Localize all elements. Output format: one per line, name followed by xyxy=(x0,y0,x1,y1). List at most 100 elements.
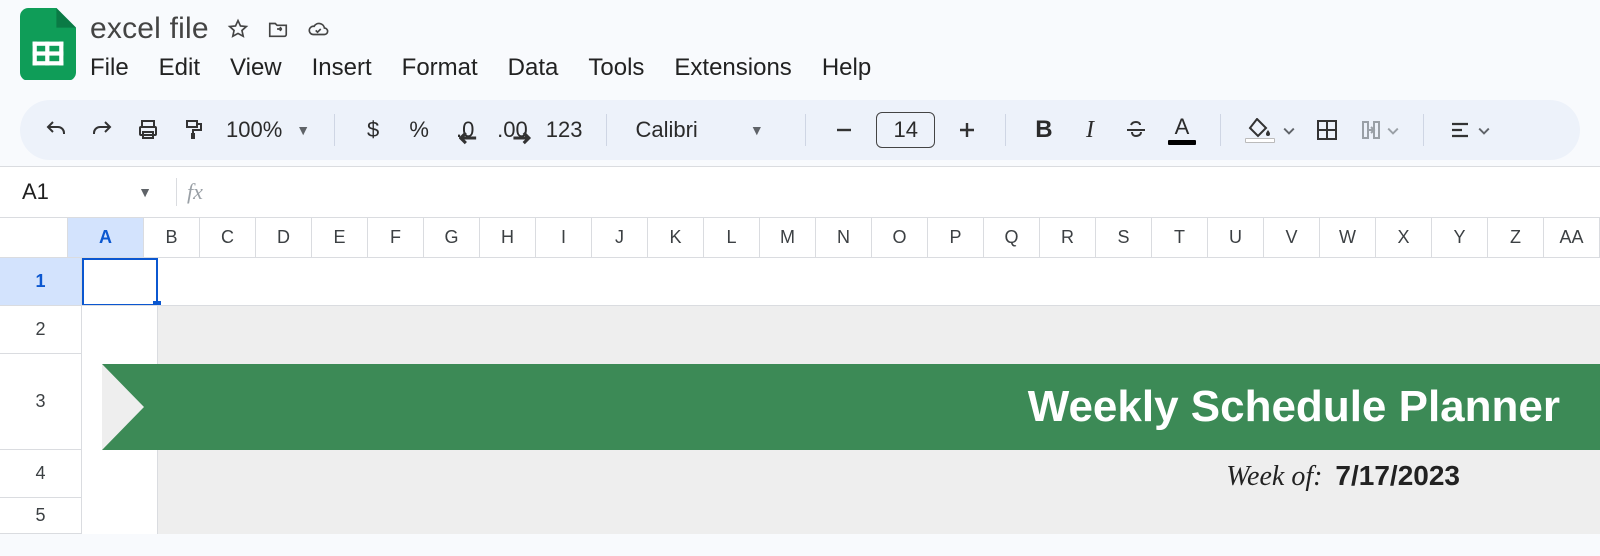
column-header[interactable]: H xyxy=(480,218,536,258)
sheets-logo xyxy=(20,8,76,80)
column-header[interactable]: T xyxy=(1152,218,1208,258)
weekof-date: 7/17/2023 xyxy=(1335,460,1460,491)
column-header[interactable]: J xyxy=(592,218,648,258)
weekof-text: Week of: xyxy=(1226,461,1322,492)
separator xyxy=(1005,114,1006,146)
column-header[interactable]: S xyxy=(1096,218,1152,258)
column-header[interactable]: K xyxy=(648,218,704,258)
text-color-button[interactable]: A xyxy=(1168,116,1196,145)
banner: Weekly Schedule Planner xyxy=(102,364,1600,450)
column-header[interactable]: C xyxy=(200,218,256,258)
row-header[interactable]: 2 xyxy=(0,306,82,354)
column-header[interactable]: D xyxy=(256,218,312,258)
column-header[interactable]: O xyxy=(872,218,928,258)
menu-file[interactable]: File xyxy=(90,54,129,82)
row-header[interactable]: 5 xyxy=(0,498,82,534)
font-family-dropdown[interactable]: Calibri ▼ xyxy=(631,117,781,143)
column-header[interactable]: Q xyxy=(984,218,1040,258)
column-header[interactable]: Z xyxy=(1488,218,1544,258)
separator xyxy=(334,114,335,146)
font-size-decrease[interactable] xyxy=(830,116,858,144)
row-header[interactable]: 4 xyxy=(0,450,82,498)
increase-decimal-button[interactable]: .00 xyxy=(497,116,528,144)
column-header[interactable]: X xyxy=(1376,218,1432,258)
column-header[interactable]: U xyxy=(1208,218,1264,258)
row-header[interactable]: 3 xyxy=(0,354,82,450)
column-header[interactable]: G xyxy=(424,218,480,258)
menu-edit[interactable]: Edit xyxy=(159,54,200,82)
menu-tools[interactable]: Tools xyxy=(588,54,644,82)
format-percent-button[interactable]: % xyxy=(405,116,433,144)
column-header[interactable]: F xyxy=(368,218,424,258)
caret-down-icon xyxy=(1283,117,1295,143)
column-headers: A B C D E F G H I J K L M N O P Q R S T … xyxy=(0,218,1600,258)
column-header[interactable]: B xyxy=(144,218,200,258)
separator xyxy=(176,178,177,206)
font-size-increase[interactable] xyxy=(953,116,981,144)
star-icon[interactable] xyxy=(227,18,249,40)
fill-color-swatch xyxy=(1245,138,1275,143)
weekof-label: Week of: 7/17/2023 xyxy=(1226,460,1460,493)
print-button[interactable] xyxy=(134,116,162,144)
column-header[interactable]: I xyxy=(536,218,592,258)
toolbar: 100%▼ $ % .0 .00 123 Calibri ▼ 14 B I A xyxy=(20,100,1580,160)
text-color-swatch xyxy=(1168,140,1196,145)
cloud-saved-icon[interactable] xyxy=(307,18,329,40)
menu-view[interactable]: View xyxy=(230,54,282,82)
column-header[interactable]: P xyxy=(928,218,984,258)
column-header[interactable]: R xyxy=(1040,218,1096,258)
zoom-dropdown[interactable]: 100%▼ xyxy=(226,117,310,143)
column-header[interactable]: Y xyxy=(1432,218,1488,258)
separator xyxy=(606,114,607,146)
bold-button[interactable]: B xyxy=(1030,116,1058,144)
menu-bar: File Edit View Insert Format Data Tools … xyxy=(90,54,871,82)
move-to-drive-icon[interactable] xyxy=(267,18,289,40)
column-header[interactable]: W xyxy=(1320,218,1376,258)
italic-button[interactable]: I xyxy=(1076,116,1104,144)
font-size-control: 14 xyxy=(830,112,980,148)
format-currency-button[interactable]: $ xyxy=(359,116,387,144)
caret-down-icon xyxy=(1387,117,1399,143)
menu-format[interactable]: Format xyxy=(402,54,478,82)
caret-down-icon: ▼ xyxy=(296,122,310,138)
horizontal-align-button[interactable] xyxy=(1448,116,1490,144)
column-header[interactable]: L xyxy=(704,218,760,258)
spreadsheet-grid: A B C D E F G H I J K L M N O P Q R S T … xyxy=(0,218,1600,534)
caret-down-icon: ▼ xyxy=(750,122,764,138)
paint-format-button[interactable] xyxy=(180,116,208,144)
column-header[interactable]: A xyxy=(68,218,144,258)
name-box-value: A1 xyxy=(22,179,49,205)
column-header[interactable]: V xyxy=(1264,218,1320,258)
column-header[interactable]: M xyxy=(760,218,816,258)
column-header[interactable]: AA xyxy=(1544,218,1600,258)
select-all-corner[interactable] xyxy=(0,218,68,258)
decrease-decimal-button[interactable]: .0 xyxy=(451,116,479,144)
column-header[interactable]: N xyxy=(816,218,872,258)
caret-down-icon: ▼ xyxy=(138,184,152,200)
borders-button[interactable] xyxy=(1313,116,1341,144)
menu-extensions[interactable]: Extensions xyxy=(674,54,791,82)
font-family-value: Calibri xyxy=(635,117,697,143)
separator xyxy=(805,114,806,146)
merge-cells-button[interactable] xyxy=(1359,116,1399,144)
fill-color-button[interactable] xyxy=(1245,117,1295,143)
app-header: excel file File Edit View Insert Format … xyxy=(0,0,1600,82)
font-size-input[interactable]: 14 xyxy=(876,112,934,148)
number-format-dropdown[interactable]: 123 xyxy=(546,116,583,144)
fx-icon: fx xyxy=(187,179,203,205)
menu-help[interactable]: Help xyxy=(822,54,871,82)
row-cells[interactable] xyxy=(82,258,1600,306)
caret-down-icon xyxy=(1478,117,1490,143)
banner-notch xyxy=(102,364,144,450)
column-header[interactable]: E xyxy=(312,218,368,258)
sheet-canvas[interactable]: Weekly Schedule Planner Week of: 7/17/20… xyxy=(82,306,1600,534)
separator xyxy=(1220,114,1221,146)
menu-data[interactable]: Data xyxy=(508,54,559,82)
document-title[interactable]: excel file xyxy=(90,12,209,46)
menu-insert[interactable]: Insert xyxy=(312,54,372,82)
strikethrough-button[interactable] xyxy=(1122,116,1150,144)
undo-button[interactable] xyxy=(42,116,70,144)
row-header[interactable]: 1 xyxy=(0,258,82,306)
redo-button[interactable] xyxy=(88,116,116,144)
name-box[interactable]: A1 ▼ xyxy=(16,175,166,209)
